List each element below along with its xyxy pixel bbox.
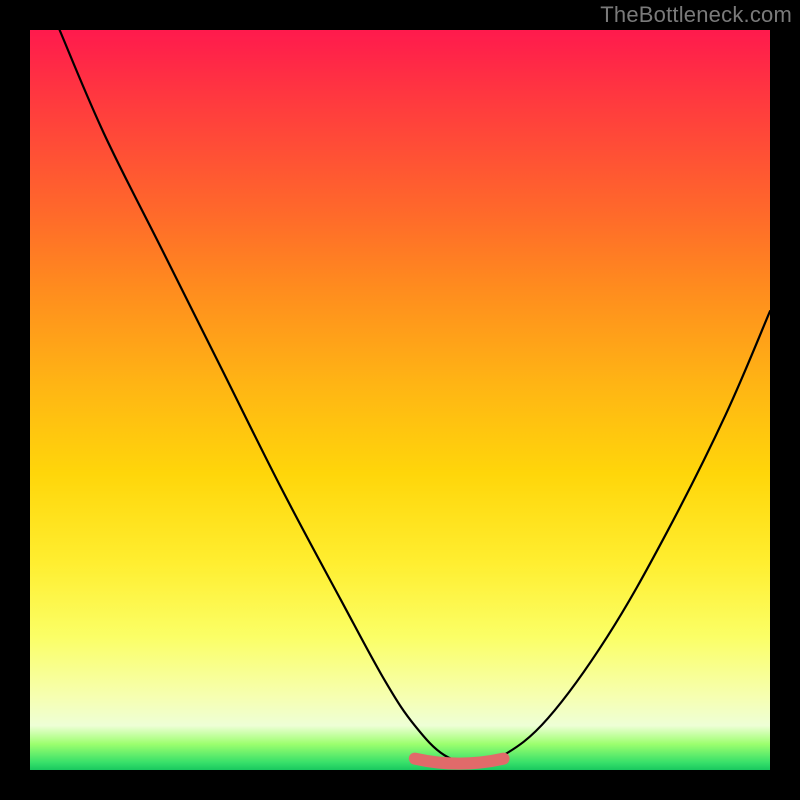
optimal-region-marker — [415, 759, 504, 764]
chart-frame: TheBottleneck.com — [0, 0, 800, 800]
watermark-text: TheBottleneck.com — [600, 2, 792, 28]
bottleneck-curve-path — [60, 30, 770, 763]
curve-svg — [30, 30, 770, 770]
plot-area — [30, 30, 770, 770]
